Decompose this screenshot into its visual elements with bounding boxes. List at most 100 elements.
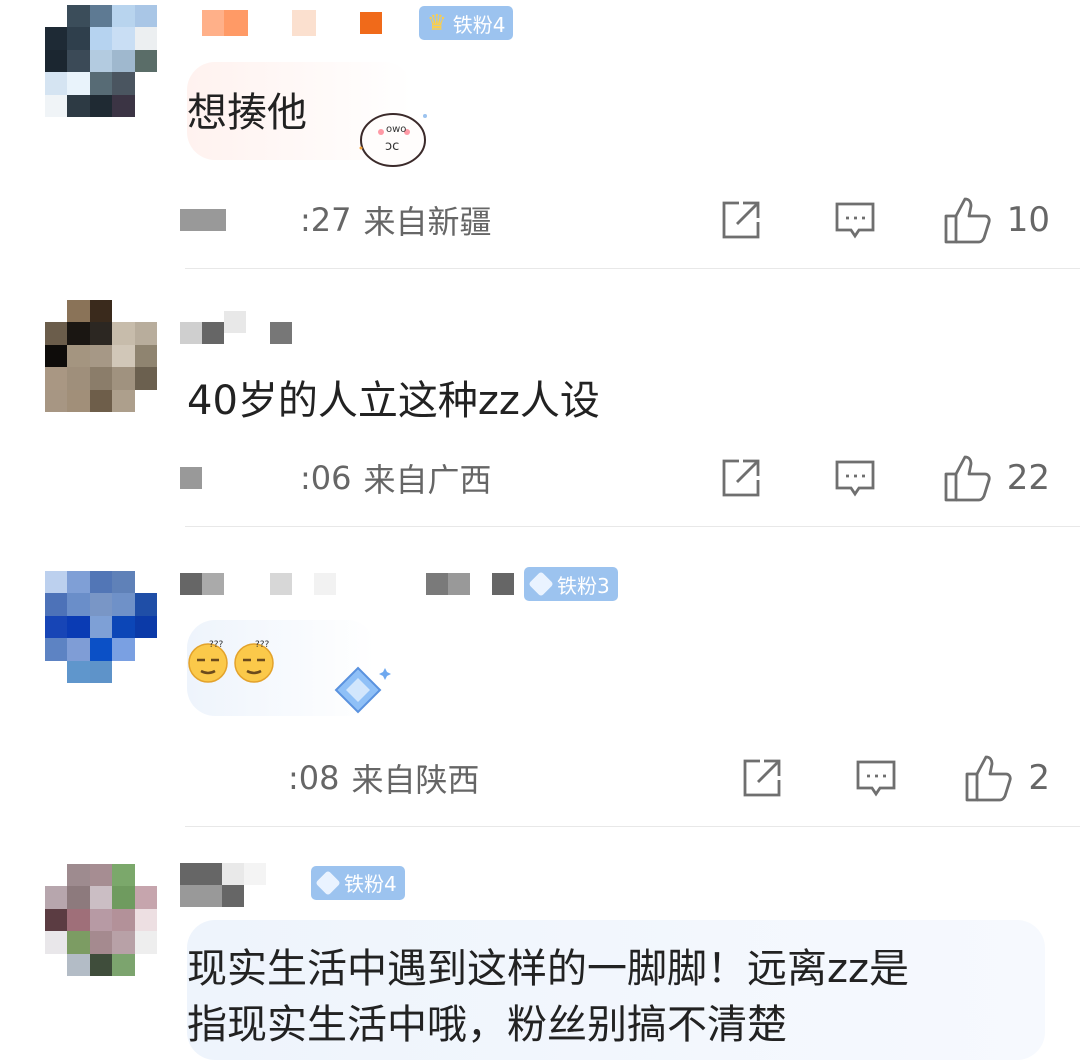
comment-time: :08 bbox=[288, 759, 340, 797]
avatar-pixel bbox=[67, 72, 90, 95]
avatar[interactable] bbox=[45, 5, 157, 117]
gem-icon bbox=[315, 869, 341, 896]
avatar-pixel bbox=[45, 49, 68, 73]
like-button[interactable]: 2 bbox=[964, 754, 1050, 802]
username-row[interactable]: ♛ 铁粉4 bbox=[180, 6, 514, 40]
like-count: 22 bbox=[1006, 458, 1050, 498]
avatar-pixel bbox=[134, 344, 157, 368]
svg-text:ɔc: ɔc bbox=[385, 139, 399, 154]
svg-text:owo: owo bbox=[386, 124, 406, 135]
avatar-pixel bbox=[134, 615, 157, 639]
share-icon bbox=[743, 759, 781, 797]
avatar-pixel bbox=[45, 931, 68, 954]
comment-icon bbox=[835, 202, 875, 239]
comment-meta: :27 来自新疆 10 bbox=[180, 195, 1050, 245]
avatar-pixel bbox=[67, 615, 90, 639]
action-bar: 10 bbox=[719, 196, 1050, 244]
svg-text:???: ??? bbox=[209, 640, 224, 650]
like-count: 2 bbox=[1028, 758, 1050, 798]
avatar-pixel bbox=[45, 367, 68, 390]
avatar-pixel bbox=[67, 660, 90, 683]
avatar-pixel bbox=[89, 864, 113, 887]
comment-icon bbox=[856, 760, 896, 797]
like-count: 10 bbox=[1006, 200, 1050, 240]
avatar-pixel bbox=[89, 344, 113, 368]
avatar-pixel bbox=[134, 593, 157, 616]
crown-icon: ♛ bbox=[427, 10, 447, 36]
avatar-pixel bbox=[45, 908, 68, 932]
avatar-pixel bbox=[89, 300, 113, 323]
reply-button[interactable] bbox=[833, 456, 877, 500]
avatar-pixel bbox=[112, 953, 135, 976]
comment-text: 40岁的人立这种zz人设 bbox=[187, 378, 600, 424]
badge-label: 铁粉4 bbox=[344, 872, 397, 896]
username-row[interactable]: 铁粉3 bbox=[180, 567, 618, 601]
share-button[interactable] bbox=[719, 456, 763, 500]
action-bar: 2 bbox=[740, 754, 1050, 802]
comment-time: :27 bbox=[300, 201, 352, 239]
avatar[interactable] bbox=[45, 864, 157, 976]
avatar-pixel bbox=[112, 593, 135, 616]
share-icon bbox=[722, 201, 760, 239]
comment-location: 来自新疆 bbox=[363, 203, 492, 241]
reply-button[interactable] bbox=[854, 756, 898, 800]
avatar-pixel bbox=[134, 638, 157, 661]
avatar-pixel bbox=[112, 300, 135, 323]
avatar-pixel bbox=[67, 638, 90, 661]
avatar-pixel bbox=[45, 27, 68, 50]
avatar-pixel bbox=[112, 886, 135, 909]
avatar-pixel bbox=[134, 300, 157, 323]
avatar-pixel bbox=[67, 908, 90, 932]
avatar-pixel bbox=[67, 931, 90, 954]
comment-text: 现实生活中遇到这样的一脚脚！远离zz是 bbox=[187, 946, 909, 992]
username-row[interactable] bbox=[180, 300, 292, 344]
comment-meta: :06 来自广西 22 bbox=[180, 453, 1050, 503]
fan-badge[interactable]: 铁粉3 bbox=[524, 567, 618, 601]
divider bbox=[185, 268, 1080, 269]
avatar-pixel bbox=[134, 322, 157, 345]
avatar-pixel bbox=[67, 300, 90, 323]
action-bar: 22 bbox=[719, 454, 1050, 502]
avatar-pixel bbox=[89, 72, 113, 95]
avatar-pixel bbox=[112, 908, 135, 932]
avatar-pixel bbox=[112, 344, 135, 368]
avatar-pixel bbox=[112, 27, 135, 50]
diamond-decoration-icon bbox=[323, 662, 393, 722]
avatar-pixel bbox=[134, 886, 157, 909]
like-button[interactable]: 22 bbox=[943, 454, 1050, 502]
avatar-pixel bbox=[67, 94, 90, 117]
avatar-pixel bbox=[112, 72, 135, 95]
emoji-icon: ??? ??? bbox=[187, 638, 279, 688]
reply-button[interactable] bbox=[833, 198, 877, 242]
fan-badge[interactable]: ♛ 铁粉4 bbox=[419, 6, 514, 40]
share-button[interactable] bbox=[740, 756, 784, 800]
avatar-pixel bbox=[134, 953, 157, 976]
avatar-pixel bbox=[112, 5, 135, 28]
avatar-pixel bbox=[112, 615, 135, 639]
like-button[interactable]: 10 bbox=[943, 196, 1050, 244]
avatar-pixel bbox=[89, 593, 113, 616]
avatar-pixel bbox=[67, 367, 90, 390]
avatar-pixel bbox=[112, 94, 135, 117]
avatar[interactable] bbox=[45, 571, 157, 683]
avatar-pixel bbox=[134, 660, 157, 683]
avatar-pixel bbox=[67, 322, 90, 345]
avatar-pixel bbox=[89, 660, 113, 683]
fan-badge[interactable]: 铁粉4 bbox=[311, 865, 405, 900]
avatar-pixel bbox=[112, 389, 135, 412]
sticker-icon: owo ɔc bbox=[355, 100, 433, 174]
avatar-pixel bbox=[67, 344, 90, 368]
avatar-pixel bbox=[45, 886, 68, 909]
avatar-pixel bbox=[45, 571, 68, 594]
username-row[interactable]: 铁粉4 bbox=[180, 863, 405, 907]
avatar[interactable] bbox=[45, 300, 157, 412]
avatar-pixel bbox=[134, 27, 157, 50]
share-button[interactable] bbox=[719, 198, 763, 242]
divider bbox=[185, 826, 1080, 827]
avatar-pixel bbox=[89, 638, 113, 661]
avatar-pixel bbox=[112, 660, 135, 683]
avatar-pixel bbox=[89, 49, 113, 73]
comment-location: 来自陕西 bbox=[351, 761, 480, 799]
avatar-pixel bbox=[134, 5, 157, 28]
avatar-pixel bbox=[67, 5, 90, 28]
